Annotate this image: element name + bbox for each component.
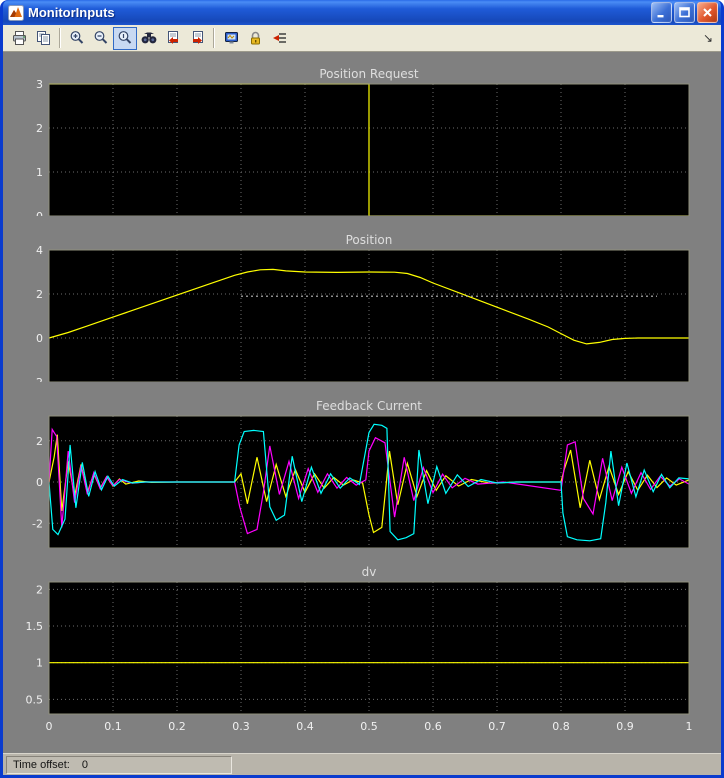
svg-text:4: 4 <box>36 244 43 257</box>
toolbar-separator <box>59 28 61 48</box>
lock-icon <box>247 30 264 46</box>
minimize-button[interactable] <box>651 2 672 23</box>
svg-text:2: 2 <box>36 583 43 596</box>
restore-axes-icon <box>189 30 206 46</box>
svg-text:0: 0 <box>46 720 53 733</box>
autoscale-button[interactable] <box>137 27 161 50</box>
svg-text:0: 0 <box>36 332 43 345</box>
titlebar[interactable]: MonitorInputs <box>3 0 721 25</box>
parameters-button[interactable] <box>31 27 55 50</box>
restore-axes-settings-button[interactable] <box>185 27 209 50</box>
signal-selection-button[interactable] <box>267 27 291 50</box>
chart-svg: Position -2 0 2 4 <box>13 232 705 382</box>
time-offset-value: 0 <box>82 759 88 771</box>
save-axes-icon <box>165 30 182 46</box>
chart-svg: Position Request 0 1 2 3 <box>13 66 705 216</box>
svg-text:-2: -2 <box>32 517 43 530</box>
chart-svg: Feedback Current -2 0 2 <box>13 398 705 548</box>
svg-text:0.8: 0.8 <box>552 720 570 733</box>
window-client-area: ↘ Position Request 0 1 2 3 Position -2 0 2 4 Fee… <box>3 25 721 775</box>
svg-text:-2: -2 <box>32 376 43 382</box>
zoom-in-icon <box>69 30 86 46</box>
print-icon <box>11 30 28 46</box>
scope-plot-area: Position Request 0 1 2 3 Position -2 0 2 4 Feedb… <box>3 52 721 753</box>
print-button[interactable] <box>7 27 31 50</box>
time-offset-label: Time offset: <box>13 759 70 771</box>
floating-scope-button[interactable] <box>219 27 243 50</box>
axes-position-request[interactable]: Position Request 0 1 2 3 <box>13 66 721 216</box>
svg-text:1: 1 <box>36 657 43 670</box>
axes-position[interactable]: Position -2 0 2 4 <box>13 232 721 382</box>
maximize-button[interactable] <box>674 2 695 23</box>
svg-text:Position Request: Position Request <box>319 67 419 81</box>
signal-selection-icon <box>271 30 288 46</box>
svg-text:0.4: 0.4 <box>296 720 314 733</box>
svg-text:0.3: 0.3 <box>232 720 250 733</box>
svg-text:0: 0 <box>36 210 43 216</box>
svg-text:3: 3 <box>36 78 43 91</box>
zoom-y-axis-button[interactable] <box>113 27 137 50</box>
svg-text:1: 1 <box>36 166 43 179</box>
maximize-icon <box>678 6 691 19</box>
window-title: MonitorInputs <box>28 5 649 20</box>
scope-window: MonitorInputs <box>0 0 724 778</box>
zoom-x-icon <box>93 30 110 46</box>
svg-text:0: 0 <box>36 476 43 489</box>
axes-dv[interactable]: dv 0.5 1 1.5 2 0 0.1 0.2 0.3 0.4 0.5 0.6 0.7 0.8 0.9 1 <box>13 564 721 736</box>
parameters-icon <box>35 30 52 46</box>
svg-text:1.5: 1.5 <box>26 620 44 633</box>
save-axes-settings-button[interactable] <box>161 27 185 50</box>
svg-text:0.9: 0.9 <box>616 720 634 733</box>
time-offset-panel: Time offset: 0 <box>6 756 232 774</box>
minimize-icon <box>655 6 668 19</box>
toolbar-overflow-chevron[interactable]: ↘ <box>703 33 717 43</box>
toolbar-separator <box>213 28 215 48</box>
svg-text:Feedback Current: Feedback Current <box>316 399 422 413</box>
axes-feedback-current[interactable]: Feedback Current -2 0 2 <box>13 398 721 548</box>
chart-svg: dv 0.5 1 1.5 2 0 0.1 0.2 0.3 0.4 0.5 0.6 0.7 0.8 0.9 1 <box>13 564 705 736</box>
close-button[interactable] <box>697 2 718 23</box>
binoculars-icon <box>140 30 158 46</box>
svg-text:2: 2 <box>36 288 43 301</box>
svg-text:2: 2 <box>36 435 43 448</box>
svg-text:dv: dv <box>362 565 377 579</box>
lock-axes-button[interactable] <box>243 27 267 50</box>
svg-text:0.6: 0.6 <box>424 720 442 733</box>
svg-text:0.1: 0.1 <box>104 720 122 733</box>
svg-text:0.7: 0.7 <box>488 720 506 733</box>
zoom-button[interactable] <box>65 27 89 50</box>
zoom-x-axis-button[interactable] <box>89 27 113 50</box>
svg-text:0.2: 0.2 <box>168 720 186 733</box>
svg-text:0.5: 0.5 <box>360 720 378 733</box>
svg-text:1: 1 <box>686 720 693 733</box>
svg-text:2: 2 <box>36 122 43 135</box>
close-icon <box>701 6 714 19</box>
matlab-scope-icon <box>8 5 24 21</box>
zoom-y-icon <box>117 30 134 46</box>
toolbar: ↘ <box>3 25 721 52</box>
floating-scope-icon <box>223 30 240 46</box>
status-bar: Time offset: 0 <box>3 753 721 775</box>
svg-text:0.5: 0.5 <box>26 693 44 706</box>
svg-text:Position: Position <box>346 233 393 247</box>
